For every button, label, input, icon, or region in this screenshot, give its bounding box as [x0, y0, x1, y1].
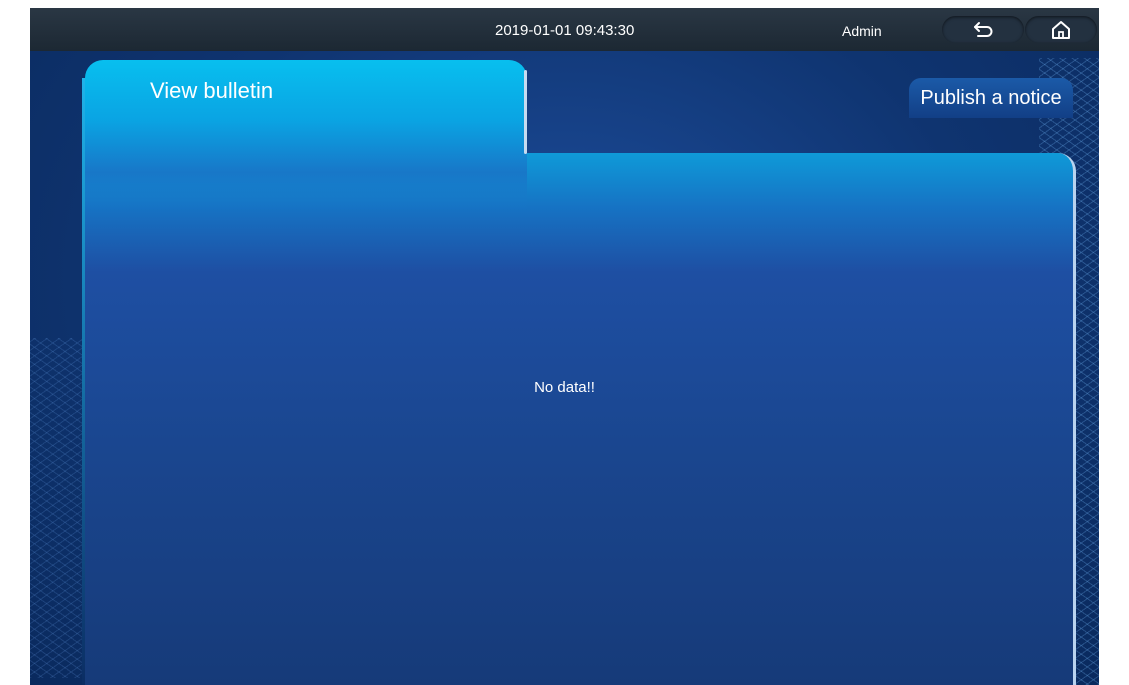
tab-publish-notice-label: Publish a notice: [920, 86, 1062, 109]
tab-view-bulletin-label: View bulletin: [150, 78, 274, 103]
bulletin-list-panel: [85, 153, 1076, 685]
tab-divider: [524, 70, 527, 154]
datetime-display: 2019-01-01 09:43:30: [495, 22, 635, 39]
return-arrow-icon: [974, 21, 993, 37]
back-button[interactable]: [942, 16, 1024, 43]
bulletin-screen: 2019-01-01 09:43:30 Admin Publish a noti…: [30, 8, 1099, 685]
empty-message: No data!!: [534, 379, 595, 396]
current-user: Admin: [842, 23, 882, 39]
tab-publish-notice[interactable]: Publish a notice: [909, 78, 1073, 118]
home-icon: [1052, 20, 1070, 39]
status-bar: 2019-01-01 09:43:30 Admin: [30, 8, 1099, 51]
home-button[interactable]: [1025, 16, 1097, 43]
